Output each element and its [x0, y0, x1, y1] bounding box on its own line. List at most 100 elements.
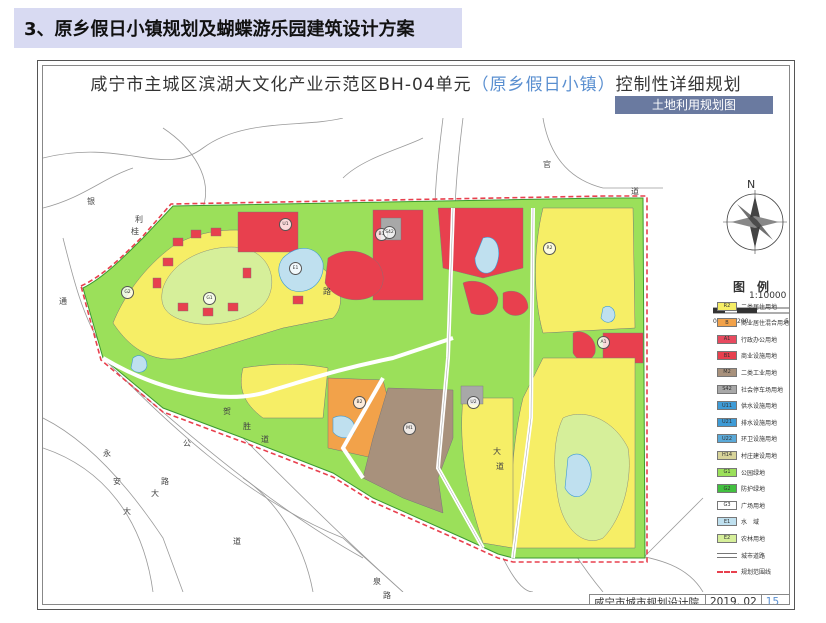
- street-line: [542, 118, 663, 189]
- zone-code-label: U2: [467, 396, 480, 409]
- road-label: 公: [183, 439, 191, 448]
- zone-code-label: R2: [543, 242, 556, 255]
- commercial-block: [292, 295, 304, 305]
- road-label: 大: [493, 447, 501, 456]
- legend-swatch: U11: [717, 401, 737, 411]
- legend-code: U21: [721, 419, 733, 426]
- legend-label: 防护绿地: [741, 486, 766, 494]
- commercial-block: [237, 211, 299, 253]
- zone-code-label: E1: [289, 262, 302, 275]
- commercial-block: [162, 257, 174, 267]
- land-use-map: [43, 118, 704, 592]
- legend-swatch: H14: [717, 450, 737, 460]
- legend-item: B 商业居住混合用地: [717, 317, 789, 329]
- legend-code: A1: [723, 336, 731, 343]
- legend-item: G3 广场用地: [717, 499, 765, 511]
- legend-swatch: R2: [717, 301, 737, 311]
- legend-item: R2 二类居住用地: [717, 300, 777, 312]
- legend-item: U21 排水设施用地: [717, 416, 777, 428]
- slide-title-text: 3、原乡假日小镇规划及蝴蝶游乐园建筑设计方案: [24, 19, 415, 40]
- map-title-suffix: 控制性详细规划: [615, 75, 742, 95]
- legend-item: S42 社会停车场用地: [717, 383, 783, 395]
- legend-code: B1: [723, 352, 731, 359]
- legend-swatch: S42: [717, 384, 737, 394]
- road-label: 道: [631, 187, 639, 196]
- legend-code: S42: [722, 386, 732, 392]
- road-label: 永: [103, 449, 111, 458]
- legend-item: 规划范围线: [717, 566, 771, 578]
- legend-item: M2 二类工业用地: [717, 366, 777, 378]
- map-title-highlight: （原乡假日小镇）: [471, 75, 616, 95]
- legend-swatch: G3: [717, 500, 737, 510]
- map-sheet-inner: 咸宁市主城区滨湖大文化产业示范区BH-04单元（原乡假日小镇）控制性详细规划 土…: [42, 65, 790, 605]
- road-label: 安: [113, 477, 121, 486]
- footer-box: 咸宁市城市规划设计院 2019. 02 15: [589, 594, 789, 605]
- zone-code-label: G2: [121, 286, 134, 299]
- legend-code: R2: [723, 303, 731, 309]
- legend-item: G2 防护绿地: [717, 483, 765, 495]
- legend-label: 公园绿地: [741, 469, 766, 477]
- legend-code: E1: [723, 518, 731, 525]
- street-line: [43, 118, 344, 161]
- road-label: 贺: [223, 407, 231, 416]
- legend-code: B: [725, 319, 729, 326]
- legend-item: 城市道路: [717, 549, 765, 561]
- legend-label: 排水设施用地: [741, 419, 778, 427]
- commercial-block: [177, 302, 189, 312]
- zone-code-label: A1: [597, 336, 610, 349]
- street-line: [162, 127, 206, 209]
- commercial-block: [190, 229, 202, 239]
- map-title: 咸宁市主城区滨湖大文化产业示范区BH-04单元（原乡假日小镇）控制性详细规划: [43, 70, 789, 95]
- legend-code: U11: [721, 402, 733, 409]
- legend-title: 图 例: [732, 280, 769, 294]
- legend-swatch: B: [717, 318, 737, 328]
- legend-label: 农林用地: [741, 535, 766, 543]
- legend-label: 环卫设施用地: [741, 436, 778, 444]
- zone-code-label: B2: [353, 396, 366, 409]
- legend-label: 广场用地: [741, 502, 766, 510]
- road-label: 路: [323, 287, 331, 296]
- legend-item: B1 商业设施用地: [717, 350, 777, 362]
- legend-label: 二类工业用地: [741, 369, 778, 377]
- zone-code-label: M1: [403, 422, 416, 435]
- legend-label: 行政办公用地: [741, 336, 778, 344]
- map-subtitle: 土地利用规划图: [615, 96, 773, 114]
- legend-code: G3: [723, 502, 731, 509]
- commercial-block: [227, 302, 239, 312]
- legend-swatch: [717, 570, 737, 573]
- legend-label: 城市道路: [741, 552, 766, 560]
- legend-swatch: G2: [717, 484, 737, 494]
- legend-label: 规划范围线: [741, 569, 772, 577]
- road-label: 道: [233, 537, 241, 546]
- legend-swatch: U22: [717, 434, 737, 444]
- street-line: [642, 497, 704, 559]
- map-sheet: 咸宁市主城区滨湖大文化产业示范区BH-04单元（原乡假日小镇）控制性详细规划 土…: [37, 60, 795, 610]
- street-line: [242, 477, 314, 592]
- zone-code-label: S42: [383, 226, 396, 239]
- map-title-prefix: 咸宁市主城区滨湖大文化产业示范区BH-04单元: [90, 75, 472, 95]
- legend-item: E1 水 域: [717, 516, 759, 528]
- legend-item: H14 村庄建设用地: [717, 449, 777, 461]
- legend-code: U22: [721, 435, 733, 442]
- commercial-block: [172, 237, 184, 247]
- road-label: 路: [383, 591, 391, 600]
- footer-date: 2019. 02: [706, 595, 762, 604]
- map-legend: 图 例 R2 二类居住用地 B 商业居住混合用地 A1 行政办公用地 B1 商业设施用地 M2 二…: [713, 278, 789, 578]
- legend-swatch: E2: [717, 533, 737, 543]
- legend-item: U11 供水设施用地: [717, 400, 777, 412]
- zone-code-label: G1: [203, 292, 216, 305]
- legend-code: H14: [721, 452, 733, 459]
- footer-page-number: 15: [765, 596, 780, 605]
- compass-rose-icon: [723, 190, 787, 254]
- zone-code-label: U1: [279, 218, 292, 231]
- legend-label: 供水设施用地: [741, 403, 778, 411]
- zone-residential-east: [535, 207, 636, 334]
- street-line: [43, 417, 184, 592]
- legend-item: E2 农林用地: [717, 532, 765, 544]
- footer-org: 咸宁市城市规划设计院: [590, 595, 706, 604]
- road-label: 银: [87, 197, 95, 206]
- legend-code: E2: [723, 535, 731, 542]
- legend-code: G1: [723, 469, 731, 475]
- road-label: 大: [151, 489, 159, 498]
- road-label: 通: [59, 297, 67, 306]
